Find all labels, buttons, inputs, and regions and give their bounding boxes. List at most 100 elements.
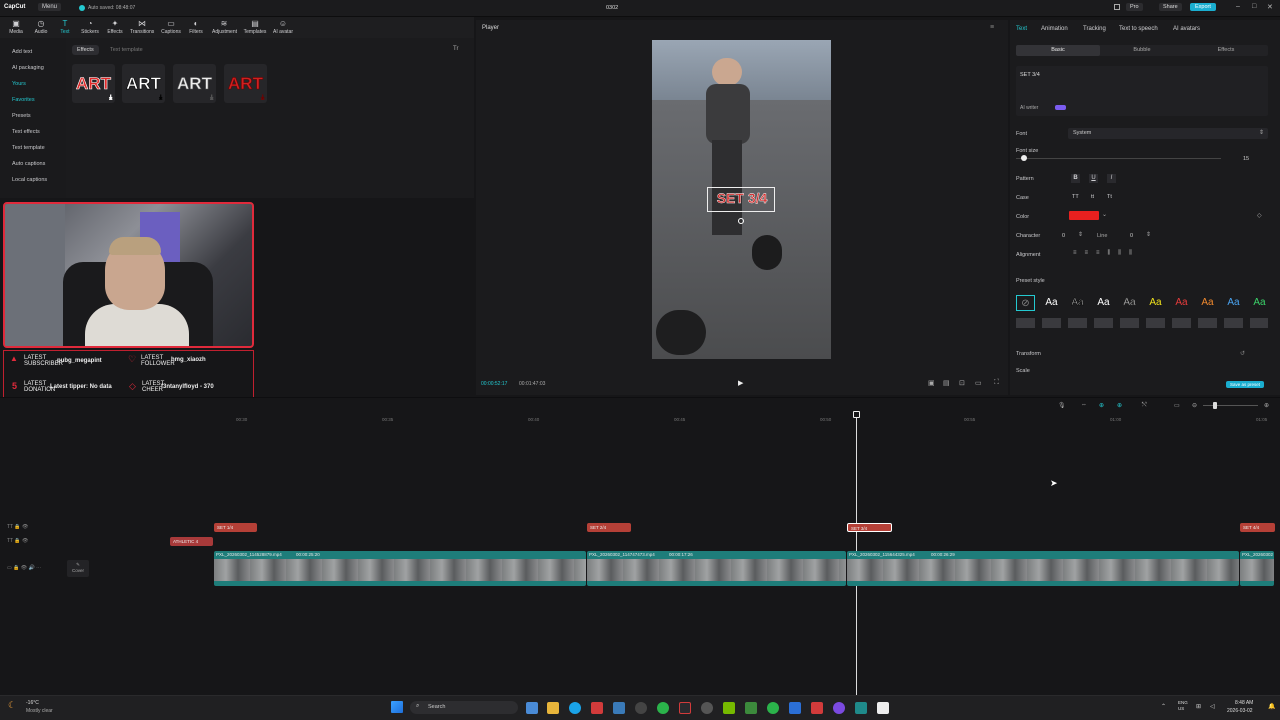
snap-icon[interactable]: ⊕ [1117, 402, 1122, 409]
quality-icon[interactable]: ▤ [943, 379, 950, 387]
taskbar-app-icon[interactable] [745, 702, 757, 714]
color-chevron-icon[interactable]: ⌄ [1102, 211, 1107, 218]
volume-icon[interactable]: ◁ [1210, 703, 1215, 710]
network-icon[interactable]: ⊞ [1196, 703, 1201, 710]
sticker-track-controls[interactable]: TT 🔒 👁 [7, 538, 28, 544]
language-indicator[interactable]: ENG US [1178, 700, 1188, 712]
fullscreen-icon[interactable]: ⛶ [994, 379, 999, 387]
taskbar-app-icon[interactable] [811, 702, 823, 714]
edge-icon[interactable] [569, 702, 581, 714]
preset-style-3[interactable]: Aa [1094, 295, 1113, 311]
nav-text-effects[interactable]: Text effects [12, 129, 40, 135]
line-stepper-icon[interactable]: ⇕ [1146, 231, 1151, 238]
pro-button[interactable]: Pro [1126, 3, 1143, 11]
preset-style-7[interactable]: Aa [1198, 295, 1217, 311]
font-size-slider[interactable] [1016, 158, 1221, 159]
taskbar-app-icon[interactable] [635, 702, 647, 714]
text-track-controls[interactable]: TT 🔒 👁 [7, 524, 28, 530]
magnet-icon[interactable]: ⊕ [1099, 402, 1104, 409]
font-select[interactable]: System ⇕ [1068, 128, 1268, 139]
export-button[interactable]: Export [1190, 3, 1216, 11]
italic-button[interactable]: I [1107, 174, 1116, 183]
video-track-controls[interactable]: ▭ 🔒 👁 🔊 ⋯ [7, 565, 41, 571]
character-value[interactable]: 0 [1062, 233, 1065, 239]
taskbar-app-icon[interactable] [833, 702, 845, 714]
video-clip-4[interactable]: PXL_20260302 [1240, 551, 1274, 586]
tool-transitions[interactable]: ⋈ Transitions [130, 19, 154, 37]
preset-row-2[interactable] [1016, 318, 1268, 328]
play-icon[interactable]: ▶ [738, 379, 743, 387]
vscode-icon[interactable] [789, 702, 801, 714]
text-clip-1[interactable]: SET 1/4 [214, 523, 257, 532]
preview-icon[interactable]: ▭ [1174, 402, 1180, 409]
preset-style-2[interactable]: Aa [1068, 295, 1087, 311]
nav-text-template[interactable]: Text template [12, 145, 45, 151]
art-preset-3[interactable]: ART ⤓ [173, 64, 216, 103]
tab-effects[interactable]: Effects [72, 45, 99, 55]
reset-icon[interactable]: ↺ [1240, 350, 1245, 357]
cover-button[interactable]: ✎ Cover [67, 560, 89, 577]
lowercase-button[interactable]: tt [1091, 194, 1094, 200]
share-button[interactable]: Share [1159, 3, 1182, 11]
clock-date[interactable]: 2026-03-02 [1227, 708, 1253, 714]
video-clip-1[interactable]: PXL_20260302_114528879.mp4 00:00:25:20 [214, 551, 586, 586]
text-clip-2[interactable]: SET 2/4 [587, 523, 631, 532]
subtab-basic[interactable]: Basic [1016, 45, 1100, 56]
video-clip-2[interactable]: PXL_20260302_114747473.mp4 00:00:17:26 [587, 551, 846, 586]
snapshot-icon[interactable]: ⊡ [959, 379, 965, 387]
keyframe-icon[interactable]: ◇ [1257, 212, 1262, 219]
player-menu-icon[interactable]: ≡ [990, 24, 994, 31]
tool-media[interactable]: ▣ Media [4, 19, 28, 37]
tool-adjustment[interactable]: ≋ Adjustment [212, 19, 237, 37]
subtab-bubble[interactable]: Bubble [1100, 45, 1184, 56]
taskbar-app-icon[interactable] [591, 702, 603, 714]
playhead-handle[interactable] [853, 411, 860, 418]
alignment-buttons[interactable]: ≡≡≡⫼⫼⫼ [1073, 250, 1140, 257]
video-clip-3[interactable]: PXL_20260302_115644325.mp4 00:00:26:29 [847, 551, 1239, 586]
preset-style-6[interactable]: Aa [1172, 295, 1191, 311]
text-clip-4[interactable]: SET 4/4 [1240, 523, 1275, 532]
subtab-effects[interactable]: Effects [1184, 45, 1268, 56]
folder-icon[interactable] [547, 702, 559, 714]
nav-auto-captions[interactable]: Auto captions [12, 161, 45, 167]
spotify-icon[interactable] [657, 702, 669, 714]
zoom-in-icon[interactable]: ⊕ [1264, 402, 1269, 409]
tab-text-to-speech[interactable]: Text to speech [1119, 26, 1158, 32]
tool-captions[interactable]: ▭ Captions [159, 19, 183, 37]
nvidia-icon[interactable] [723, 702, 735, 714]
tray-chevron-icon[interactable]: ⌃ [1161, 703, 1166, 710]
layout-icon[interactable] [1114, 4, 1120, 10]
taskbar-search[interactable]: ⌕ Search [410, 701, 518, 714]
nav-add-text[interactable]: Add text [12, 49, 32, 55]
character-stepper-icon[interactable]: ⇕ [1078, 231, 1083, 238]
underline-button[interactable]: U [1089, 174, 1098, 183]
maximize-icon[interactable]: □ [1252, 3, 1256, 10]
nav-presets[interactable]: Presets [12, 113, 31, 119]
art-preset-4[interactable]: ART ⤓ [224, 64, 267, 103]
taskbar-app-icon[interactable] [701, 702, 713, 714]
steam-icon[interactable] [613, 702, 625, 714]
windows-start-icon[interactable] [391, 701, 403, 713]
tab-animation[interactable]: Animation [1041, 26, 1068, 32]
crop-icon[interactable]: ▣ [928, 379, 935, 387]
taskbar-app-icon[interactable] [855, 702, 867, 714]
tool-effects[interactable]: ✦ Effects [103, 19, 127, 37]
zoom-slider[interactable] [1203, 405, 1258, 406]
ratio-icon[interactable]: ▭ [975, 379, 982, 387]
preset-style-9[interactable]: Aa [1250, 295, 1269, 311]
font-size-slider-handle[interactable] [1021, 155, 1027, 161]
zoom-slider-handle[interactable] [1213, 402, 1217, 409]
split-icon[interactable]: ⤲ [1142, 402, 1147, 409]
mic-icon[interactable]: 🎙 [1058, 402, 1066, 409]
attitude-clip[interactable]: ATHLETIC 4 [170, 537, 213, 546]
art-preset-1[interactable]: ART ⤓ [72, 64, 115, 103]
save-preset-button[interactable]: Save as preset [1226, 381, 1265, 388]
tab-text[interactable]: Text [1016, 26, 1027, 32]
uppercase-button[interactable]: TT [1072, 194, 1079, 200]
bold-button[interactable]: B [1071, 174, 1080, 183]
line-value[interactable]: 0 [1130, 233, 1133, 239]
taskbar-app-icon[interactable] [767, 702, 779, 714]
nav-yours[interactable]: Yours [12, 81, 26, 87]
capcut-icon[interactable] [877, 702, 889, 714]
taskbar-app-icon[interactable] [679, 702, 691, 714]
